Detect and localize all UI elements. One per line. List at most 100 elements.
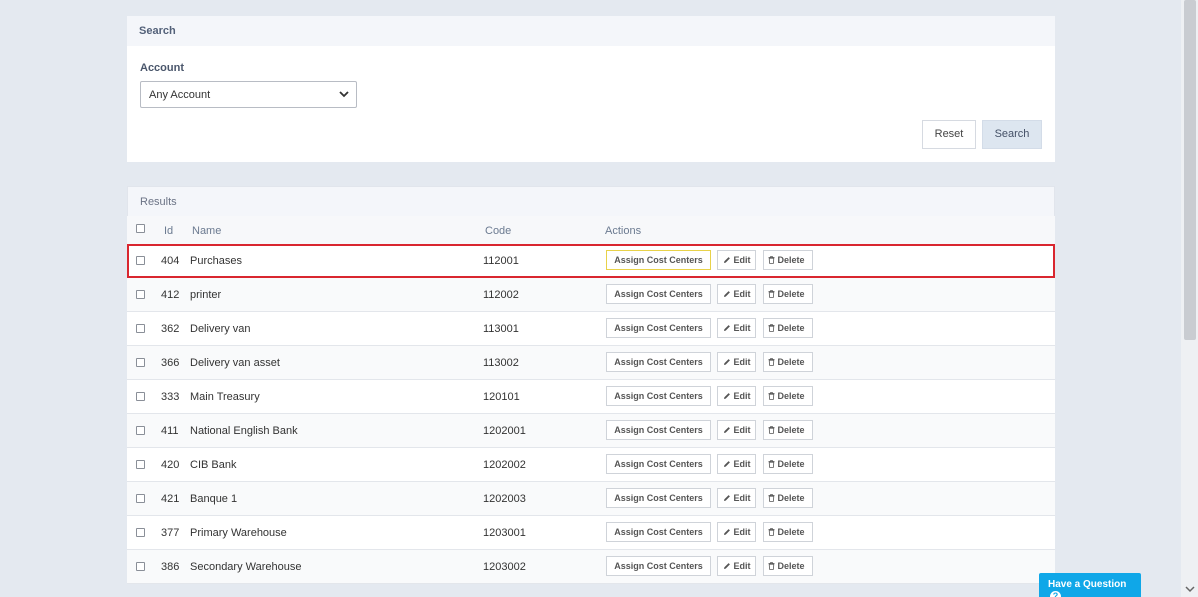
trash-icon (768, 562, 775, 570)
delete-button[interactable]: Delete (763, 318, 813, 338)
account-select[interactable]: Any Account (140, 81, 357, 108)
delete-button[interactable]: Delete (763, 556, 813, 576)
edit-button[interactable]: Edit (717, 352, 756, 372)
row-code: 113001 (483, 323, 519, 335)
delete-button[interactable]: Delete (763, 522, 813, 542)
trash-icon (768, 358, 775, 366)
table-row[interactable]: 386 Secondary Warehouse 1203002 Assign C… (127, 550, 1055, 584)
row-checkbox[interactable] (136, 494, 145, 503)
assign-cost-centers-button[interactable]: Assign Cost Centers (606, 318, 711, 338)
row-checkbox[interactable] (136, 290, 145, 299)
edit-label: Edit (733, 527, 751, 537)
table-row[interactable]: 362 Delivery van 113001 Assign Cost Cent… (127, 312, 1055, 346)
delete-button[interactable]: Delete (763, 420, 813, 440)
row-id: 421 (161, 493, 180, 505)
account-select-value: Any Account (149, 89, 211, 101)
row-checkbox[interactable] (136, 392, 145, 401)
edit-button[interactable]: Edit (717, 284, 756, 304)
assign-cost-centers-button[interactable]: Assign Cost Centers (606, 488, 711, 508)
trash-icon (768, 256, 775, 264)
assign-cost-centers-label: Assign Cost Centers (614, 357, 703, 367)
assign-cost-centers-label: Assign Cost Centers (614, 527, 703, 537)
search-panel-title: Search (127, 16, 1055, 46)
assign-cost-centers-button[interactable]: Assign Cost Centers (606, 454, 711, 474)
assign-cost-centers-label: Assign Cost Centers (614, 459, 703, 469)
row-checkbox[interactable] (136, 358, 145, 367)
assign-cost-centers-label: Assign Cost Centers (614, 493, 703, 503)
row-name: printer (190, 289, 222, 301)
page-content: Search Account Any Account Reset Search … (127, 16, 1055, 584)
row-checkbox[interactable] (136, 528, 145, 537)
edit-button[interactable]: Edit (717, 250, 756, 270)
reset-button[interactable]: Reset (922, 120, 976, 149)
row-code: 1202002 (483, 459, 526, 471)
edit-button[interactable]: Edit (717, 488, 756, 508)
table-header: Id Name Code Actions (127, 216, 1055, 244)
assign-cost-centers-button[interactable]: Assign Cost Centers (606, 522, 711, 542)
delete-label: Delete (777, 289, 805, 299)
table-row[interactable]: 420 CIB Bank 1202002 Assign Cost Centers… (127, 448, 1055, 482)
scroll-down-arrow-icon[interactable] (1185, 585, 1195, 593)
table-row[interactable]: 404 Purchases 112001 Assign Cost Centers… (127, 244, 1055, 278)
column-header-actions: Actions (605, 225, 642, 237)
table-row[interactable]: 333 Main Treasury 120101 Assign Cost Cen… (127, 380, 1055, 414)
table-row[interactable]: 411 National English Bank 1202001 Assign… (127, 414, 1055, 448)
pencil-icon (724, 495, 730, 501)
assign-cost-centers-button[interactable]: Assign Cost Centers (606, 352, 711, 372)
table-row[interactable]: 366 Delivery van asset 113002 Assign Cos… (127, 346, 1055, 380)
page-scrollbar[interactable] (1181, 0, 1198, 597)
table-row[interactable]: 377 Primary Warehouse 1203001 Assign Cos… (127, 516, 1055, 550)
edit-button[interactable]: Edit (717, 522, 756, 542)
delete-button[interactable]: Delete (763, 284, 813, 304)
table-row[interactable]: 412 printer 112002 Assign Cost Centers E… (127, 278, 1055, 312)
row-code: 112001 (483, 255, 519, 267)
delete-label: Delete (777, 493, 805, 503)
row-code: 112002 (483, 289, 519, 301)
delete-button[interactable]: Delete (763, 386, 813, 406)
column-header-code[interactable]: Code (485, 225, 511, 237)
row-checkbox[interactable] (136, 256, 145, 265)
assign-cost-centers-label: Assign Cost Centers (614, 323, 703, 333)
row-checkbox[interactable] (136, 562, 145, 571)
edit-button[interactable]: Edit (717, 420, 756, 440)
assign-cost-centers-button[interactable]: Assign Cost Centers (606, 284, 711, 304)
edit-button[interactable]: Edit (717, 318, 756, 338)
row-checkbox[interactable] (136, 324, 145, 333)
row-checkbox[interactable] (136, 460, 145, 469)
results-panel: Results Id Name Code Actions 404 Purchas… (127, 186, 1055, 584)
assign-cost-centers-button[interactable]: Assign Cost Centers (606, 386, 711, 406)
select-all-checkbox[interactable] (136, 224, 145, 233)
have-a-question-button[interactable]: Have a Question ? (1039, 573, 1141, 597)
row-id: 377 (161, 527, 180, 539)
assign-cost-centers-button[interactable]: Assign Cost Centers (606, 250, 711, 270)
column-header-name[interactable]: Name (192, 225, 221, 237)
row-id: 411 (161, 425, 179, 437)
search-button[interactable]: Search (982, 120, 1042, 149)
edit-label: Edit (733, 391, 751, 401)
assign-cost-centers-label: Assign Cost Centers (614, 255, 703, 265)
assign-cost-centers-button[interactable]: Assign Cost Centers (606, 556, 711, 576)
table-row[interactable]: 421 Banque 1 1202003 Assign Cost Centers… (127, 482, 1055, 516)
delete-button[interactable]: Delete (763, 352, 813, 372)
delete-label: Delete (777, 357, 805, 367)
delete-button[interactable]: Delete (763, 488, 813, 508)
pencil-icon (724, 427, 730, 433)
scrollbar-thumb[interactable] (1184, 0, 1196, 340)
row-id: 333 (161, 391, 180, 403)
column-header-id[interactable]: Id (164, 225, 173, 237)
row-name: Main Treasury (190, 391, 260, 403)
edit-label: Edit (733, 425, 751, 435)
delete-label: Delete (777, 323, 805, 333)
row-checkbox[interactable] (136, 426, 145, 435)
edit-label: Edit (733, 357, 751, 367)
edit-button[interactable]: Edit (717, 556, 756, 576)
edit-button[interactable]: Edit (717, 386, 756, 406)
delete-button[interactable]: Delete (763, 454, 813, 474)
assign-cost-centers-button[interactable]: Assign Cost Centers (606, 420, 711, 440)
edit-button[interactable]: Edit (717, 454, 756, 474)
pencil-icon (724, 461, 730, 467)
delete-button[interactable]: Delete (763, 250, 813, 270)
pencil-icon (724, 257, 730, 263)
row-code: 1203001 (483, 527, 526, 539)
assign-cost-centers-label: Assign Cost Centers (614, 561, 703, 571)
